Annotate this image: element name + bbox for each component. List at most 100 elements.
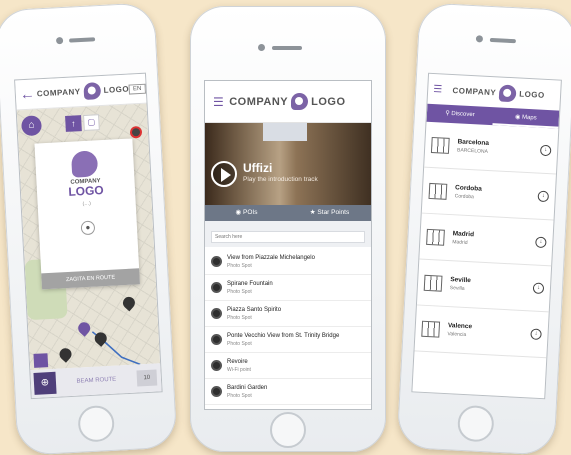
poi-text: Bardini Garden Photo Spot: [227, 384, 267, 400]
pin-icon: ◉: [514, 114, 521, 121]
city-list-item[interactable]: Valence Valencia ↓: [414, 305, 549, 359]
tab-label: POIs: [243, 209, 258, 216]
poi-text: Piazza Santo Spirito Photo Spot: [227, 306, 281, 322]
tour-screen: ☰ COMPANY LOGO Uffizi Play the introduct…: [204, 80, 372, 410]
poi-text: View from Piazzale Michelangelo Photo Spo…: [227, 254, 315, 270]
map-view[interactable]: ⌂ ↑ ▢ COMPANY LOGO (…) ● ZAGITA EN ROUTE: [16, 103, 161, 371]
folded-map-icon: [428, 182, 448, 200]
language-toggle[interactable]: EN: [128, 83, 146, 95]
poi-name: Ponte Vecchio View from St. Trinity Brid…: [227, 332, 340, 339]
back-arrow-icon[interactable]: ←: [19, 86, 35, 104]
locate-button[interactable]: ⊕: [33, 371, 57, 395]
camera-pin-icon: [211, 386, 222, 397]
play-icon: [221, 168, 231, 182]
hero-banner[interactable]: Uffizi Play the introduction track: [205, 123, 371, 205]
camera-pin-icon: [211, 334, 222, 345]
logo-word-logo: LOGO: [518, 89, 545, 100]
home-button-hardware[interactable]: [77, 404, 116, 443]
city-list-item[interactable]: Cordoba Cordoba ↓: [421, 167, 556, 221]
locate-icon: ⊕: [40, 377, 50, 389]
poi-list-item[interactable]: View from Piazzale Michelangelo Photo Spo…: [205, 249, 371, 275]
play-button[interactable]: [211, 161, 237, 187]
tab-label: Star Points: [317, 209, 350, 216]
phone-map: ← COMPANY LOGO EN ⌂ ↑ ▢ COMPANY LOGO (…)…: [0, 2, 178, 455]
company-logo: COMPANY LOGO: [442, 81, 556, 104]
city-list: Barcelona BARCELONA ↓ Cordoba Cordoba ↓ Madrid…: [414, 121, 559, 359]
poi-name: Revoire: [227, 358, 248, 365]
poi-type: Wi-Fi point: [227, 366, 251, 373]
route-line: [91, 331, 141, 366]
poi-type: Photo Spot: [227, 262, 252, 269]
home-button-hardware[interactable]: [456, 404, 495, 443]
star-icon: ★: [309, 209, 316, 216]
tab-discover[interactable]: ⚲ Discover: [427, 104, 494, 125]
poi-list-item[interactable]: Ponte Vecchio View from St. Trinity Brid…: [205, 327, 371, 353]
poi-text: Revoire Wi-Fi point: [227, 358, 251, 374]
city-text: Barcelona BARCELONA: [457, 137, 541, 159]
tab-label: Maps: [521, 114, 537, 122]
tab-pois[interactable]: ◉ POIs: [205, 205, 288, 221]
bus-stop-button[interactable]: [33, 353, 49, 368]
camera-pin-icon: [211, 282, 222, 293]
search-input[interactable]: [211, 231, 365, 243]
camera-pin-icon: [211, 308, 222, 319]
tour-title: Uffizi: [243, 161, 273, 175]
poi-type: Photo Spot: [227, 340, 252, 347]
city-list-item[interactable]: Seville Sevilla ↓: [416, 259, 552, 313]
wifi-pin-icon: [211, 360, 222, 371]
folded-map-icon: [423, 274, 443, 292]
logo-mark-icon: [498, 83, 517, 102]
tour-subtitle: Play the introduction track: [243, 176, 318, 183]
speaker-grille: [489, 37, 516, 44]
logo-word-company: COMPANY: [229, 95, 289, 108]
download-icon[interactable]: ↓: [537, 190, 550, 203]
download-icon[interactable]: ↓: [535, 236, 547, 249]
cities-screen: ☰ COMPANY LOGO ⚲ Discover ◉ Maps Barcelo…: [411, 72, 562, 400]
app-header: ☰ COMPANY LOGO: [205, 81, 371, 123]
search-bar: [205, 221, 371, 247]
tour-tabs: ◉ POIs ★ Star Points: [205, 205, 371, 221]
tab-maps[interactable]: ◉ Maps: [492, 107, 560, 129]
speaker-grille: [272, 46, 302, 50]
poi-name: View from Piazzale Michelangelo: [227, 254, 315, 261]
menu-icon[interactable]: ☰: [213, 95, 224, 109]
map-screen: ← COMPANY LOGO EN ⌂ ↑ ▢ COMPANY LOGO (…)…: [14, 72, 163, 400]
poi-list-item[interactable]: Revoire Wi-Fi point: [205, 353, 371, 379]
folded-map-icon: [426, 228, 445, 246]
logo-word-logo: LOGO: [103, 84, 130, 95]
tab-star-points[interactable]: ★ Star Points: [288, 205, 371, 221]
download-icon[interactable]: ↓: [532, 282, 545, 295]
download-icon[interactable]: ↓: [539, 144, 552, 157]
city-text: Madrid Madrid: [452, 229, 536, 251]
pin-icon: ◉: [235, 209, 242, 216]
poi-name: Bardini Garden: [227, 384, 268, 391]
poi-list: View from Piazzale Michelangelo Photo Spo…: [205, 247, 371, 405]
poi-list-item[interactable]: Bardini Garden Photo Spot: [205, 379, 371, 405]
poi-text: Spirane Fountain Photo Spot: [227, 280, 273, 296]
camera-icon: [475, 35, 484, 43]
city-text: Seville Sevilla: [450, 275, 534, 297]
poi-type: Photo Spot: [227, 392, 252, 399]
poi-name: Piazza Santo Spirito: [227, 306, 282, 313]
city-list-item[interactable]: Madrid Madrid ↓: [419, 213, 554, 267]
poi-text: Ponte Vecchio View from St. Trinity Brid…: [227, 332, 339, 348]
route-count[interactable]: 10: [136, 369, 158, 387]
logo-mark-icon: [291, 93, 309, 110]
hero-sky: [263, 123, 307, 141]
city-list-item[interactable]: Barcelona BARCELONA ↓: [424, 121, 559, 175]
route-label[interactable]: BEAM ROUTE: [56, 376, 137, 386]
home-button-hardware[interactable]: [270, 412, 306, 448]
city-text: Cordoba Cordoba: [454, 183, 538, 205]
poi-type: Photo Spot: [227, 314, 252, 321]
company-logo: COMPANY LOGO: [36, 81, 129, 103]
poi-list-item[interactable]: Piazza Santo Spirito Photo Spot: [205, 301, 371, 327]
poi-type: Photo Spot: [227, 288, 252, 295]
logo-mark-icon: [83, 82, 102, 100]
city-text: Valence Valencia: [447, 321, 531, 343]
logo-word-company: COMPANY: [452, 85, 497, 97]
logo-word-company: COMPANY: [36, 87, 81, 99]
download-icon[interactable]: ↓: [530, 328, 542, 340]
poi-list-item[interactable]: Spirane Fountain Photo Spot: [205, 275, 371, 301]
map-bottom-bar: ⊕ BEAM ROUTE 10: [30, 363, 162, 399]
folded-map-icon: [421, 320, 441, 338]
